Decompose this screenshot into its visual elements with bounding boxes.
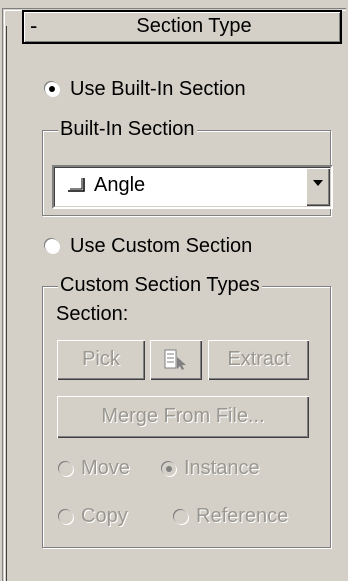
instance-radio[interactable] [162,462,176,476]
reference-radio-label[interactable]: Reference [196,505,288,528]
built-in-radio[interactable] [45,82,59,96]
custom-group-title: Custom Section Types [58,274,262,297]
built-in-radio-label[interactable]: Use Built-In Section [70,78,246,101]
built-in-section-dropdown[interactable]: Angle [52,165,333,209]
built-in-group-title: Built-In Section [58,118,197,141]
select-list-icon [164,349,186,370]
pick-button[interactable]: Pick [57,340,145,380]
section-label: Section: [56,303,129,325]
rollout-divider [6,26,7,581]
copy-radio-label[interactable]: Copy [81,505,128,528]
rollout-header[interactable]: - Section Type [22,10,342,44]
dropdown-value: Angle [94,174,146,196]
angle-shape-icon [68,178,85,192]
pick-list-button[interactable] [150,340,202,380]
move-radio-label[interactable]: Move [81,457,130,480]
custom-section-radio[interactable] [45,239,59,253]
reference-radio[interactable] [174,510,188,524]
merge-from-file-button[interactable]: Merge From File... [57,396,309,438]
chevron-down-icon[interactable] [306,168,330,206]
custom-section-radio-label[interactable]: Use Custom Section [70,235,252,258]
extract-button[interactable]: Extract [208,340,309,380]
copy-radio[interactable] [59,510,73,524]
rollout-title: Section Type [136,15,252,37]
instance-radio-label[interactable]: Instance [184,457,260,480]
move-radio[interactable] [59,462,73,476]
